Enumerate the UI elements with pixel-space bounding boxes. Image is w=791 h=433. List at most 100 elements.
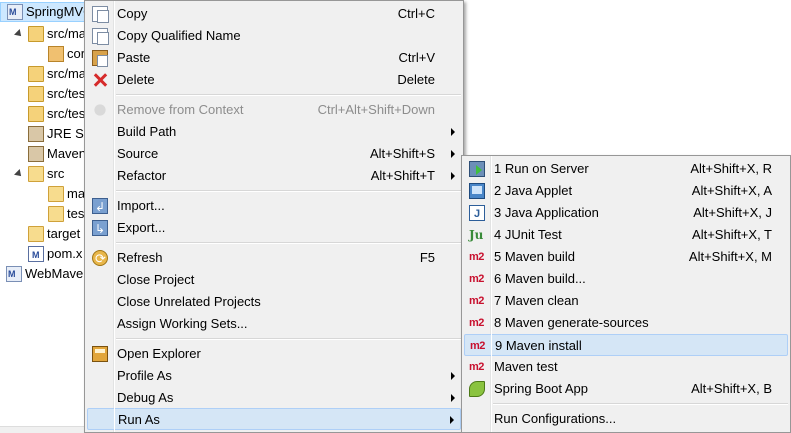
collapsed-arrow-icon[interactable] <box>34 49 44 59</box>
java-application-icon <box>469 203 485 225</box>
folder-icon <box>48 186 64 202</box>
maven-m2-icon: m2 <box>470 340 485 352</box>
tree-item-label: ma <box>67 186 86 201</box>
tree-item-maven-dependencies[interactable]: Maven <box>14 144 86 164</box>
menu-item-close-project[interactable]: Close Project <box>87 269 461 291</box>
menu-item-maven-generate-sources[interactable]: m2 8 Maven generate-sources <box>464 312 788 334</box>
tree-item-target[interactable]: target <box>14 224 80 244</box>
menu-item-profile-as[interactable]: Profile As <box>87 365 461 387</box>
maven-project-icon <box>7 2 23 22</box>
submenu-arrow-icon <box>451 372 455 380</box>
run-as-submenu: 1 Run on Server Alt+Shift+X, R 2 Java Ap… <box>461 155 791 433</box>
folder-icon <box>28 166 44 182</box>
collapsed-arrow-icon[interactable] <box>14 229 24 239</box>
import-icon <box>92 196 108 218</box>
maven-m2-icon: m2 <box>469 295 484 307</box>
menu-item-import[interactable]: Import... <box>87 195 461 218</box>
refresh-icon <box>92 248 108 270</box>
tree-item-label: src/ma <box>47 26 86 41</box>
menu-item-maven-clean[interactable]: m2 7 Maven clean <box>464 290 788 312</box>
tree-item-src[interactable]: src <box>14 164 64 184</box>
menu-item-java-application[interactable]: 3 Java Application Alt+Shift+X, J <box>464 202 788 225</box>
menu-item-junit-test[interactable]: Ju 4 JUnit Test Alt+Shift+X, T <box>464 224 788 246</box>
collapsed-arrow-icon[interactable] <box>14 109 24 119</box>
tree-item-label: SpringMVC <box>26 4 93 19</box>
menu-item-maven-test[interactable]: m2 Maven test <box>464 356 788 378</box>
delete-icon <box>92 72 108 88</box>
menu-item-debug-as[interactable]: Debug As <box>87 387 461 409</box>
export-icon <box>92 218 108 240</box>
menu-separator <box>116 242 461 244</box>
tree-item-src-test-2[interactable]: src/tes <box>14 104 85 124</box>
folder-icon <box>28 226 44 242</box>
source-folder-icon <box>28 86 44 102</box>
folder-icon <box>48 206 64 222</box>
menu-separator <box>493 403 788 405</box>
tree-item-src-main-2[interactable]: src/ma <box>14 64 86 84</box>
menu-item-build-path[interactable]: Build Path <box>87 121 461 143</box>
menu-item-run-on-server[interactable]: 1 Run on Server Alt+Shift+X, R <box>464 158 788 180</box>
expanded-arrow-icon[interactable] <box>14 169 24 179</box>
spring-boot-icon <box>469 381 485 397</box>
menu-item-copy-qualified-name[interactable]: Copy Qualified Name <box>87 25 461 47</box>
menu-separator <box>116 338 461 340</box>
menu-item-close-unrelated-projects[interactable]: Close Unrelated Projects <box>87 291 461 313</box>
menu-item-java-applet[interactable]: 2 Java Applet Alt+Shift+X, A <box>464 180 788 202</box>
source-folder-icon <box>28 106 44 122</box>
tree-item-main[interactable]: ma <box>34 184 85 204</box>
menu-item-delete[interactable]: Delete Delete <box>87 69 461 91</box>
menu-item-refresh[interactable]: Refresh F5 <box>87 247 461 270</box>
tree-item-pom-xml[interactable]: pom.x <box>28 244 83 265</box>
menu-item-maven-build[interactable]: m2 5 Maven build Alt+Shift+X, M <box>464 246 788 268</box>
library-icon <box>28 146 44 162</box>
tree-item-label: src/tes <box>47 106 86 121</box>
menu-item-open-explorer[interactable]: Open Explorer <box>87 343 461 365</box>
remove-context-icon <box>94 104 106 116</box>
menu-item-spring-boot-app[interactable]: Spring Boot App Alt+Shift+X, B <box>464 378 788 400</box>
submenu-arrow-icon <box>450 416 454 424</box>
collapsed-arrow-icon[interactable] <box>14 69 24 79</box>
source-folder-icon <box>28 26 44 42</box>
tree-item-label: src <box>47 166 65 181</box>
context-menu: Copy Ctrl+C Copy Qualified Name Paste Ct… <box>84 0 464 433</box>
tree-item-label: Maven <box>47 146 87 161</box>
tree-item-springmvc-project[interactable]: SpringMVC <box>0 2 96 22</box>
menu-item-paste[interactable]: Paste Ctrl+V <box>87 47 461 69</box>
server-icon <box>469 161 485 177</box>
menu-separator <box>116 190 461 192</box>
menu-item-maven-build-dialog[interactable]: m2 6 Maven build... <box>464 268 788 290</box>
tree-item-label: tes <box>67 206 85 221</box>
expanded-arrow-icon[interactable] <box>14 29 24 39</box>
maven-m2-icon: m2 <box>469 273 484 285</box>
tree-item-label: src/tes <box>47 86 86 101</box>
collapsed-arrow-icon[interactable] <box>34 189 44 199</box>
submenu-arrow-icon <box>451 150 455 158</box>
menu-item-export[interactable]: Export... <box>87 217 461 240</box>
tree-item-test[interactable]: tes <box>48 204 84 224</box>
menu-item-run-as[interactable]: Run As <box>87 408 461 430</box>
maven-m2-icon: m2 <box>469 361 484 373</box>
java-applet-icon <box>469 183 485 199</box>
menu-item-copy[interactable]: Copy Ctrl+C <box>87 3 461 25</box>
tree-item-package[interactable]: cor <box>34 44 85 64</box>
package-explorer-tree: SpringMVC src/ma cor src/ma src/tes src/… <box>0 0 96 433</box>
collapsed-arrow-icon[interactable] <box>14 149 24 159</box>
tree-item-src-test[interactable]: src/tes <box>14 84 85 104</box>
package-icon <box>48 46 64 62</box>
tree-item-jre-system-library[interactable]: JRE Sy <box>14 124 90 144</box>
menu-item-maven-install[interactable]: m2 9 Maven install <box>464 334 788 356</box>
horizontal-scrollbar[interactable] <box>0 426 96 433</box>
maven-m2-icon: m2 <box>469 317 484 329</box>
menu-item-run-configurations[interactable]: Run Configurations... <box>464 408 788 430</box>
collapsed-arrow-icon[interactable] <box>14 89 24 99</box>
menu-item-assign-working-sets[interactable]: Assign Working Sets... <box>87 313 461 335</box>
tree-item-label: pom.x <box>47 246 83 261</box>
junit-icon: Ju <box>469 228 484 242</box>
maven-m2-icon: m2 <box>469 251 484 263</box>
collapsed-arrow-icon[interactable] <box>14 129 24 139</box>
tree-item-webmaven-project[interactable]: WebMave <box>6 264 83 284</box>
copy-icon <box>92 6 109 23</box>
menu-item-refactor[interactable]: Refactor Alt+Shift+T <box>87 165 461 187</box>
tree-item-src-main[interactable]: src/ma <box>14 24 86 44</box>
menu-item-source[interactable]: Source Alt+Shift+S <box>87 143 461 165</box>
